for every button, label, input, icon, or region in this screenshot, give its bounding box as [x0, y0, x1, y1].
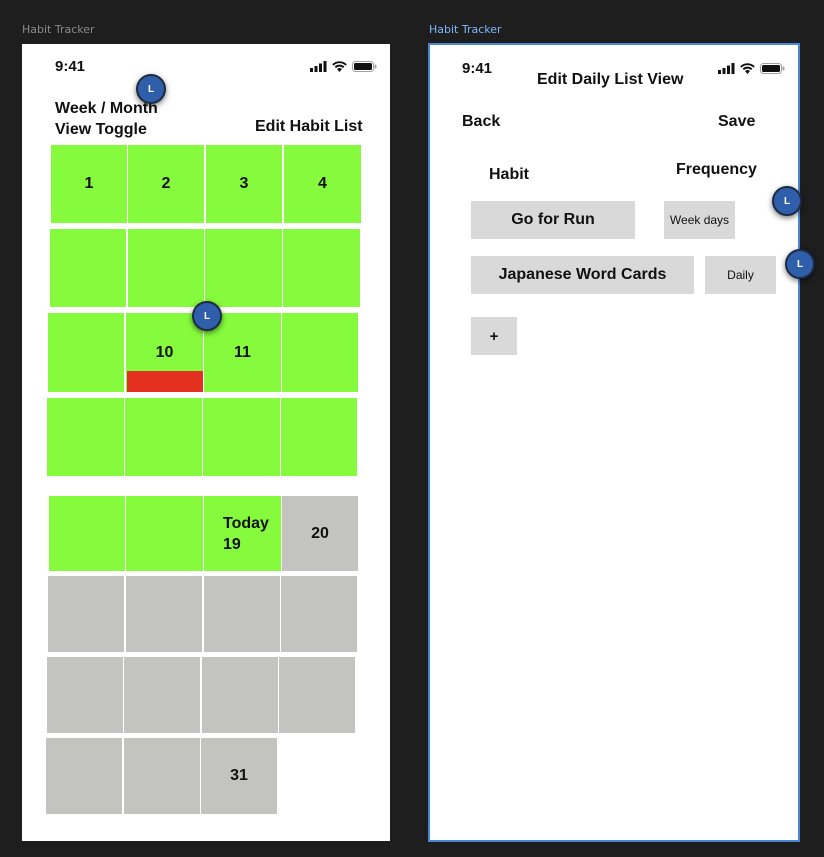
back-button[interactable]: Back [462, 111, 500, 132]
day-cell[interactable] [128, 229, 204, 307]
column-header-habit: Habit [489, 166, 529, 183]
day-cell[interactable] [203, 398, 280, 476]
column-header-frequency: Frequency [676, 161, 757, 178]
comment-avatar[interactable]: L [134, 74, 166, 106]
day-cell[interactable] [49, 496, 125, 571]
signal-icon [718, 63, 735, 74]
day-cell[interactable] [202, 657, 278, 733]
calendar-frame: 9:41 Week / Month View Toggle Edit Habit… [22, 44, 390, 841]
day-cell[interactable] [47, 657, 123, 733]
habit-name-button[interactable]: Go for Run [471, 201, 635, 239]
day-cell[interactable] [124, 657, 200, 733]
day-number: 20 [311, 524, 329, 542]
edit-view-frame: 9:41 Edit Daily List View Back Save Habi… [428, 43, 800, 842]
add-habit-button[interactable]: + [471, 317, 517, 355]
today-cell[interactable]: Today 19 [204, 496, 281, 571]
comment-avatar[interactable]: L [190, 301, 222, 333]
wifi-icon [740, 63, 755, 74]
day-cell[interactable]: 3 [206, 145, 282, 223]
day-cell[interactable] [205, 229, 282, 307]
day-cell[interactable] [48, 313, 124, 392]
day-cell[interactable] [126, 496, 203, 571]
view-toggle-line2: View Toggle [55, 121, 147, 138]
missed-habit-bar [127, 371, 203, 392]
today-label: Today [223, 514, 269, 532]
day-cell[interactable] [281, 398, 357, 476]
frame-label-calendar[interactable]: Habit Tracker [22, 23, 95, 36]
day-cell[interactable]: 2 [128, 145, 204, 223]
day-cell[interactable] [46, 738, 122, 814]
signal-icon [310, 61, 327, 72]
save-button[interactable]: Save [718, 111, 755, 132]
status-time: 9:41 [55, 58, 86, 75]
day-number: 31 [230, 767, 248, 784]
habit-name-button[interactable]: Japanese Word Cards [471, 256, 694, 294]
day-number: 10 [155, 343, 174, 361]
day-cell[interactable]: 31 [201, 738, 277, 814]
day-number: 2 [161, 175, 171, 192]
day-number: 3 [239, 175, 249, 192]
status-icons [718, 63, 785, 74]
comment-avatar[interactable]: L [783, 249, 815, 281]
frame-label-edit-view[interactable]: Habit Tracker [429, 23, 502, 36]
day-cell[interactable]: 20 [282, 496, 358, 571]
view-toggle[interactable]: Week / Month View Toggle [55, 98, 158, 140]
day-cell[interactable] [124, 738, 200, 814]
wifi-icon [332, 61, 347, 72]
today-number: 19 [223, 535, 241, 553]
day-cell[interactable] [48, 576, 124, 652]
day-cell[interactable] [126, 576, 202, 652]
day-cell[interactable] [204, 576, 280, 652]
frequency-button[interactable]: Daily [705, 256, 776, 294]
day-cell[interactable]: 4 [284, 145, 361, 223]
day-cell[interactable] [125, 398, 202, 476]
day-cell[interactable] [283, 229, 360, 307]
page-title: Edit Daily List View [537, 71, 684, 88]
day-cell[interactable] [279, 657, 355, 733]
comment-avatar[interactable]: L [770, 186, 802, 218]
day-cell[interactable]: 1 [51, 145, 127, 223]
day-number: 4 [318, 175, 327, 192]
day-cell[interactable] [281, 576, 357, 652]
frequency-button[interactable]: Week days [664, 201, 735, 239]
day-number: 1 [84, 175, 94, 192]
edit-habit-list-link[interactable]: Edit Habit List [255, 116, 363, 137]
day-cell[interactable] [50, 229, 126, 307]
day-number: 11 [234, 343, 251, 361]
status-icons [310, 61, 377, 72]
day-cell[interactable] [47, 398, 124, 476]
status-time: 9:41 [462, 60, 493, 77]
battery-icon [352, 61, 377, 72]
battery-icon [760, 63, 785, 74]
day-cell[interactable] [282, 313, 358, 392]
